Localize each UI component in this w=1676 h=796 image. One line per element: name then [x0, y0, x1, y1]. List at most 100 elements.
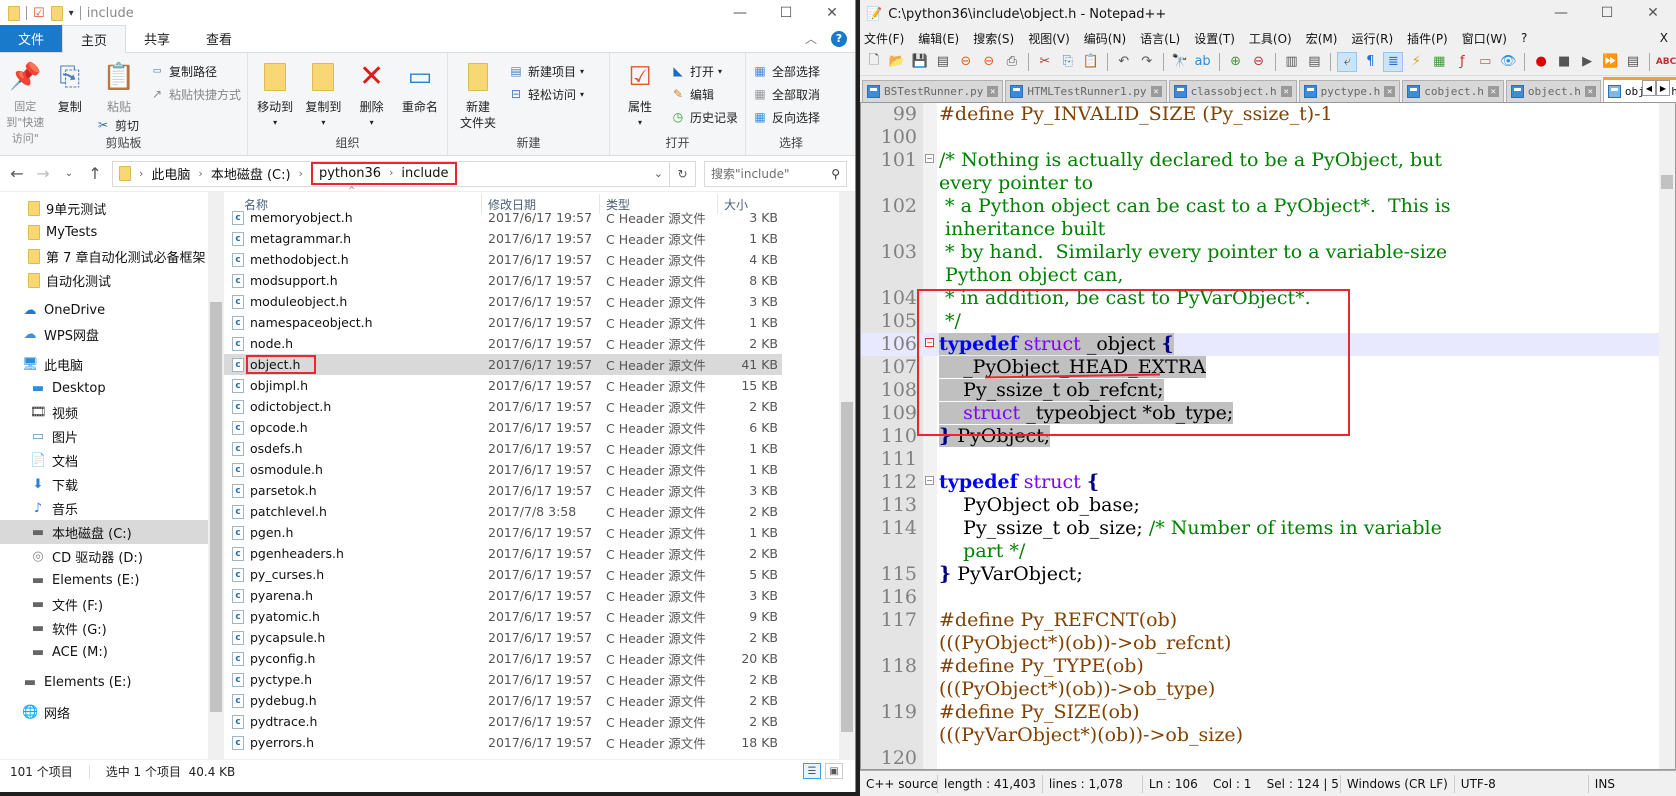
nav-item[interactable]: 🎞 视频 [0, 400, 224, 424]
npp-minimize-button[interactable]: — [1538, 0, 1584, 26]
close-button[interactable]: ✕ [809, 0, 855, 26]
new-file-icon[interactable]: 🗋 [864, 52, 884, 72]
word-wrap-icon[interactable]: ⤶ [1337, 51, 1358, 72]
open-file-icon[interactable]: 📂 [887, 52, 907, 72]
nav-item[interactable]: ▬ Elements (E:) [0, 670, 224, 694]
nav-item[interactable]: ◎ CD 驱动器 (D:) [0, 544, 224, 568]
code-editor[interactable]: 99 #define Py_INVALID_SIZE (Py_ssize_t)-1… [860, 102, 1676, 770]
menu-item[interactable]: 搜索(S) [973, 30, 1014, 47]
easy-access-button[interactable]: ⊟ 轻松访问 ▾ [508, 84, 584, 104]
menu-item[interactable]: 视图(V) [1028, 30, 1070, 47]
menu-item[interactable]: 宏(M) [1306, 30, 1338, 47]
folder-workspace-icon[interactable]: ▭ [1475, 52, 1495, 72]
nav-item[interactable]: ♪ 音乐 [0, 496, 224, 520]
tab-file[interactable]: 文件 [0, 25, 63, 52]
editor-scrollbar[interactable] [1659, 103, 1675, 769]
nav-item[interactable]: ▬ 文件 (F:) [0, 592, 224, 616]
up-button[interactable]: ↑ [86, 164, 104, 183]
nav-item[interactable]: ▭ 图片 [0, 424, 224, 448]
breadcrumb-python36[interactable]: python36 [319, 166, 381, 181]
nav-item[interactable]: ▬ Desktop [0, 376, 224, 400]
menu-item[interactable]: 文件(F) [864, 30, 904, 47]
tab-view[interactable]: 查看 [188, 25, 250, 52]
function-list-icon[interactable]: ƒ [1452, 52, 1472, 72]
details-view-button[interactable]: ☰ [803, 763, 821, 779]
file-row[interactable]: c py_curses.h 2017/6/17 19:57 C Header 源文件 5… [224, 564, 782, 585]
editor-scroll-thumb[interactable] [1661, 175, 1673, 189]
tab-share[interactable]: 共享 [126, 25, 188, 52]
minimize-button[interactable]: — [717, 0, 763, 26]
file-row[interactable]: c pgen.h 2017/6/17 19:57 C Header 源文件 1 KB [224, 522, 782, 543]
file-row[interactable]: c patchlevel.h 2017/7/8 3:58 C Header 源文件 2 … [224, 501, 782, 522]
menu-item[interactable]: ? [1521, 31, 1527, 45]
nav-item[interactable]: 🖥 此电脑 [0, 352, 224, 376]
file-row[interactable]: c modsupport.h 2017/6/17 19:57 C Header 源文件… [224, 270, 782, 291]
paste-icon[interactable]: 📋 [1081, 52, 1101, 72]
menu-item[interactable]: 设置(T) [1194, 30, 1235, 47]
new-item-button[interactable]: ▤ 新建项目 ▾ [508, 61, 584, 81]
sync-horizontal-icon[interactable]: ▤ [1304, 52, 1324, 72]
menu-item[interactable]: 运行(R) [1351, 30, 1393, 47]
maximize-button[interactable]: ☐ [763, 0, 809, 26]
file-row[interactable]: c pycapsule.h 2017/6/17 19:57 C Header 源文件 2… [224, 627, 782, 648]
close-tab-icon[interactable]: ✕ [1280, 86, 1292, 97]
file-row[interactable]: c pydebug.h 2017/6/17 19:57 C Header 源文件 2 K… [224, 690, 782, 711]
file-row[interactable]: c pyarena.h 2017/6/17 19:57 C Header 源文件 3 K… [224, 585, 782, 606]
file-row[interactable]: c moduleobject.h 2017/6/17 19:57 C Header 源… [224, 291, 782, 312]
file-row[interactable]: c pyatomic.h 2017/6/17 19:57 C Header 源文件 9 … [224, 606, 782, 627]
cut-icon[interactable]: ✂ [1035, 52, 1055, 72]
run-macro-multiple-icon[interactable]: ⏩ [1600, 52, 1620, 72]
breadcrumb-include[interactable]: include [401, 166, 448, 181]
nav-item[interactable]: ☁ WPS网盘 [0, 322, 224, 346]
fold-collapse-icon[interactable]: − [925, 154, 934, 163]
menu-item[interactable]: 语言(L) [1140, 30, 1180, 47]
spell-check-icon[interactable]: ABC [1656, 52, 1676, 72]
play-macro-icon[interactable]: ▶ [1577, 52, 1597, 72]
nav-item[interactable]: ▬ 本地磁盘 (C:) [0, 520, 224, 544]
nav-scroll-thumb[interactable] [210, 302, 222, 712]
close-tab-icon[interactable]: ✕ [1150, 86, 1162, 97]
file-row[interactable]: c object.h 2017/6/17 19:57 C Header 源文件 41 K… [224, 354, 782, 375]
undo-icon[interactable]: ↶ [1114, 52, 1134, 72]
replace-icon[interactable]: ab [1193, 52, 1213, 72]
sync-vertical-icon[interactable]: ▥ [1282, 52, 1302, 72]
file-row[interactable]: c pydtrace.h 2017/6/17 19:57 C Header 源文件 2 … [224, 711, 782, 732]
editor-tab[interactable]: object.h✕ [1505, 80, 1601, 102]
file-row[interactable]: c osmodule.h 2017/6/17 19:57 C Header 源文件 1 … [224, 459, 782, 480]
file-row[interactable]: c parsetok.h 2017/6/17 19:57 C Header 源文件 3 … [224, 480, 782, 501]
menu-item[interactable]: 窗口(W) [1462, 30, 1507, 47]
paste-button[interactable]: 📋 粘贴 [95, 59, 143, 115]
close-document-button[interactable]: X [1660, 31, 1668, 45]
file-row[interactable]: c pyconfig.h 2017/6/17 19:57 C Header 源文件 20… [224, 648, 782, 669]
file-row[interactable]: c pyctype.h 2017/6/17 19:57 C Header 源文件 2 K… [224, 669, 782, 690]
save-all-icon[interactable]: ▤ [933, 52, 953, 72]
editor-tab[interactable]: classobject.h ✕ [1168, 80, 1297, 102]
file-row[interactable]: c odictobject.h 2017/6/17 19:57 C Header 源文… [224, 396, 782, 417]
nav-item[interactable]: 第 7 章自动化测试必备框架 u [0, 244, 224, 268]
tab-scroll-right-icon[interactable]: ▶ [1656, 80, 1670, 96]
copy-path-button[interactable]: ▭ 复制路径 [149, 61, 241, 81]
file-row[interactable]: c objimpl.h 2017/6/17 19:57 C Header 源文件 15 … [224, 375, 782, 396]
address-bar[interactable]: › 此电脑 › 本地磁盘 (C:) › python36 › include ⌄ [112, 160, 670, 187]
search-input[interactable]: 搜索"include" ⚲ [704, 160, 847, 187]
tab-home[interactable]: 主页 [62, 25, 127, 53]
nav-item[interactable]: ▬ 软件 (G:) [0, 616, 224, 640]
breadcrumb-c-drive[interactable]: 本地磁盘 (C:) [211, 164, 291, 183]
nav-item[interactable]: 🌐 网络 [0, 700, 224, 724]
close-file-icon[interactable]: ⊖ [956, 52, 976, 72]
udl-icon[interactable]: ⚡ [1406, 52, 1426, 72]
file-row[interactable]: c memoryobject.h 2017/6/17 19:57 C Header 源… [224, 207, 782, 228]
nav-scrollbar[interactable] [208, 192, 224, 759]
open-button[interactable]: ◣ 打开 ▾ [670, 61, 738, 81]
nav-item[interactable]: ☁ OneDrive [0, 298, 224, 322]
record-macro-icon[interactable]: ● [1531, 52, 1551, 72]
nav-item[interactable]: ▬ ACE (M:) [0, 640, 224, 664]
cut-button[interactable]: ✂ 剪切 [95, 115, 143, 135]
large-icons-view-button[interactable]: ▣ [825, 763, 843, 779]
refresh-button[interactable]: ↻ [670, 160, 696, 187]
doc-map-icon[interactable]: ▦ [1429, 52, 1449, 72]
close-tab-icon[interactable]: ✕ [1384, 86, 1396, 97]
file-row[interactable]: c node.h 2017/6/17 19:57 C Header 源文件 2 KB [224, 333, 782, 354]
file-row[interactable]: c osdefs.h 2017/6/17 19:57 C Header 源文件 1 KB [224, 438, 782, 459]
stop-macro-icon[interactable]: ■ [1554, 52, 1574, 72]
